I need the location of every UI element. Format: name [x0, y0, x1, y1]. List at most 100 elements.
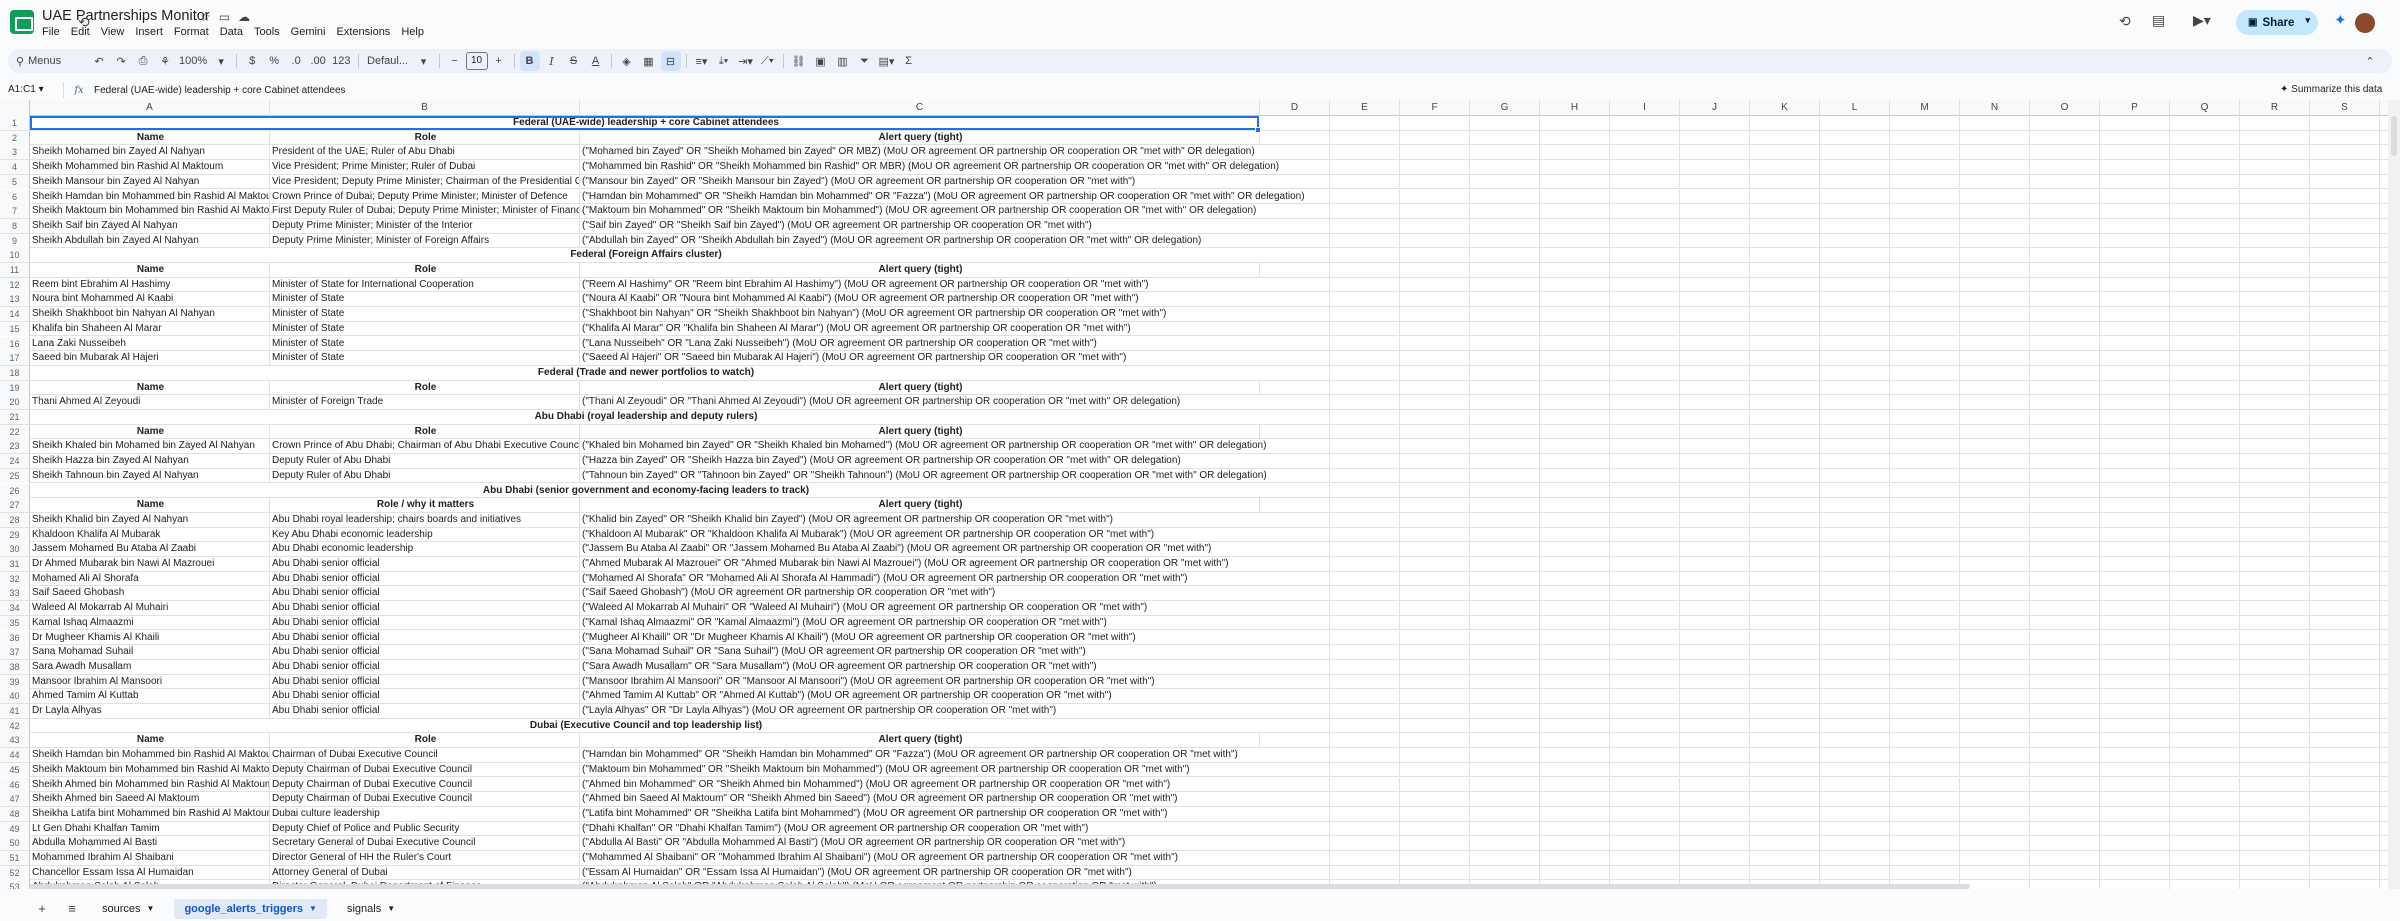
empty-cell[interactable]: [2240, 424, 2310, 439]
empty-cell[interactable]: [2170, 718, 2240, 733]
empty-cell[interactable]: [1680, 351, 1750, 366]
empty-cell[interactable]: [1260, 439, 1330, 454]
empty-cell[interactable]: [2100, 145, 2170, 160]
empty-cell[interactable]: [2030, 571, 2100, 586]
empty-cell[interactable]: [1540, 483, 1610, 498]
empty-cell[interactable]: [1400, 321, 1470, 336]
empty-cell[interactable]: [1890, 365, 1960, 380]
empty-cell[interactable]: [1610, 645, 1680, 660]
empty-cell[interactable]: [1750, 321, 1820, 336]
empty-cell[interactable]: [1890, 174, 1960, 189]
cell-query[interactable]: ("Mohammed bin Rashid" OR "Sheikh Mohamm…: [580, 160, 1279, 174]
empty-cell[interactable]: [1610, 424, 1680, 439]
cell-name[interactable]: Abdulla Mohammed Al Basti: [30, 836, 270, 851]
empty-cell[interactable]: [1260, 806, 1330, 821]
empty-cell[interactable]: [2240, 557, 2310, 571]
empty-cell[interactable]: [1890, 748, 1960, 763]
empty-cell[interactable]: [1610, 410, 1680, 424]
sheet-tab-menu-icon[interactable]: ▼: [147, 899, 155, 919]
row-header[interactable]: 32: [0, 571, 30, 586]
row-header[interactable]: 5: [0, 174, 30, 189]
row-header[interactable]: 23: [0, 439, 30, 454]
cell-name[interactable]: Dr Mugheer Khamis Al Khaili: [30, 630, 270, 645]
empty-cell[interactable]: [1330, 836, 1400, 851]
cell-role[interactable]: First Deputy Ruler of Dubai; Deputy Prim…: [270, 204, 580, 219]
menu-extensions[interactable]: Extensions: [337, 26, 391, 38]
empty-cell[interactable]: [1400, 645, 1470, 660]
empty-cell[interactable]: [1610, 380, 1680, 395]
empty-cell[interactable]: [1820, 292, 1890, 307]
empty-cell[interactable]: [1330, 704, 1400, 718]
empty-cell[interactable]: [1890, 659, 1960, 674]
empty-cell[interactable]: [1820, 630, 1890, 645]
empty-cell[interactable]: [1890, 674, 1960, 689]
empty-cell[interactable]: [2030, 806, 2100, 821]
cell-role[interactable]: President of the UAE; Ruler of Abu Dhabi: [270, 145, 580, 160]
empty-cell[interactable]: [1680, 718, 1750, 733]
empty-cell[interactable]: [2240, 571, 2310, 586]
empty-cell[interactable]: [2240, 836, 2310, 851]
empty-cell[interactable]: [2100, 336, 2170, 351]
empty-cell[interactable]: [1820, 321, 1890, 336]
empty-cell[interactable]: [1750, 395, 1820, 410]
add-sheet-icon[interactable]: +: [32, 901, 52, 916]
empty-cell[interactable]: [1960, 218, 2030, 233]
empty-cell[interactable]: [1260, 233, 1330, 248]
cell-query[interactable]: ("Khaldoon Al Mubarak" OR "Khaldoon Khal…: [580, 528, 1260, 542]
cell-name[interactable]: Thani Ahmed Al Zeyoudi: [30, 395, 270, 410]
empty-cell[interactable]: [2310, 233, 2380, 248]
empty-cell[interactable]: [1680, 512, 1750, 527]
empty-cell[interactable]: [1960, 645, 2030, 660]
empty-cell[interactable]: [1260, 704, 1330, 718]
row-header[interactable]: 9: [0, 233, 30, 248]
empty-cell[interactable]: [1540, 527, 1610, 542]
empty-cell[interactable]: [1330, 777, 1400, 792]
empty-cell[interactable]: [1680, 615, 1750, 630]
empty-cell[interactable]: [2100, 160, 2170, 175]
empty-cell[interactable]: [1960, 748, 2030, 763]
cell-name[interactable]: Sheikh Mansour bin Zayed Al Nahyan: [30, 174, 270, 189]
row-header[interactable]: 7: [0, 204, 30, 219]
empty-cell[interactable]: [2030, 615, 2100, 630]
font-select[interactable]: Defaul...: [364, 51, 412, 71]
empty-cell[interactable]: [1610, 365, 1680, 380]
cell-name[interactable]: Kamal Ishaq Almaazmi: [30, 615, 270, 630]
empty-cell[interactable]: [2170, 527, 2240, 542]
empty-cell[interactable]: [1540, 116, 1610, 130]
column-header-r[interactable]: R: [2240, 100, 2310, 116]
empty-cell[interactable]: [1960, 204, 2030, 219]
empty-cell[interactable]: [2100, 777, 2170, 792]
cell-query[interactable]: ("Ahmed bin Mohammed" OR "Sheikh Ahmed b…: [580, 778, 1260, 792]
empty-cell[interactable]: [1610, 321, 1680, 336]
strikethrough-button[interactable]: S: [564, 51, 584, 71]
empty-cell[interactable]: [1890, 718, 1960, 733]
menus-search[interactable]: ⚲ Menus: [8, 55, 88, 68]
empty-cell[interactable]: [1470, 351, 1540, 366]
empty-cell[interactable]: [1680, 557, 1750, 571]
empty-cell[interactable]: [2310, 527, 2380, 542]
empty-cell[interactable]: [1750, 704, 1820, 718]
empty-cell[interactable]: [1610, 483, 1680, 498]
empty-cell[interactable]: [1330, 483, 1400, 498]
empty-cell[interactable]: [1540, 351, 1610, 366]
empty-cell[interactable]: [1470, 130, 1540, 145]
empty-cell[interactable]: [1330, 204, 1400, 219]
row-header[interactable]: 10: [0, 248, 30, 263]
empty-cell[interactable]: [2100, 189, 2170, 204]
empty-cell[interactable]: [2030, 586, 2100, 601]
empty-cell[interactable]: [1540, 263, 1610, 277]
empty-cell[interactable]: [1260, 130, 1330, 145]
empty-cell[interactable]: [1330, 586, 1400, 601]
empty-cell[interactable]: [1680, 851, 1750, 865]
empty-cell[interactable]: [1330, 821, 1400, 836]
empty-cell[interactable]: [1400, 498, 1470, 513]
section-title-cell[interactable]: Dubai (Executive Council and top leaders…: [30, 719, 1260, 733]
redo-icon[interactable]: ↷: [111, 51, 131, 71]
empty-cell[interactable]: [2240, 410, 2310, 424]
empty-cell[interactable]: [1330, 512, 1400, 527]
empty-cell[interactable]: [1540, 277, 1610, 292]
empty-cell[interactable]: [1540, 233, 1610, 248]
comments-icon[interactable]: ▤: [2152, 12, 2165, 29]
empty-cell[interactable]: [1820, 674, 1890, 689]
empty-cell[interactable]: [1470, 704, 1540, 718]
